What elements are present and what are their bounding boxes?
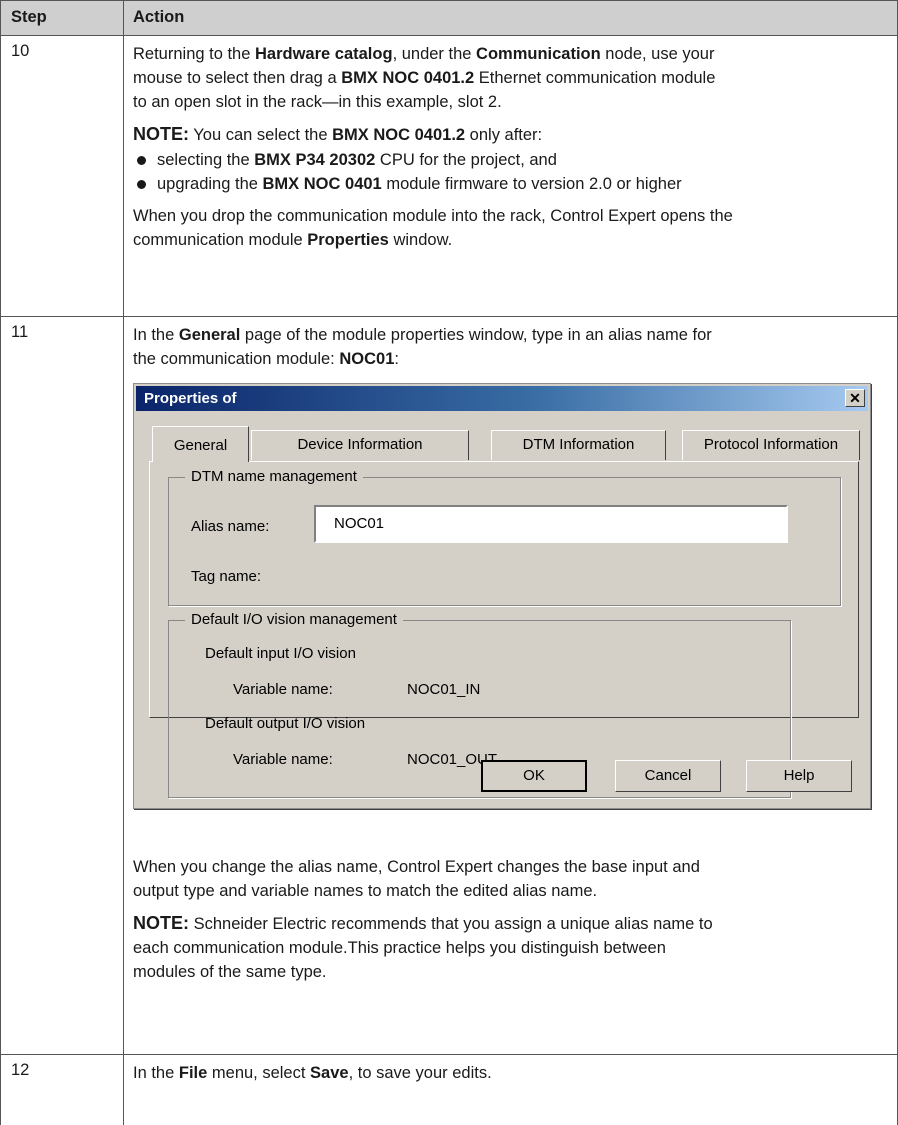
alias-name-input[interactable]: NOC01 [314,505,788,543]
list-item: upgrading the BMX NOC 0401 module firmwa… [133,172,887,196]
table-row-step-11: 11 In the General page of the module pro… [0,317,898,1055]
action-cell: Returning to the Hardware catalog, under… [124,36,897,316]
step-number: 10 [1,36,124,316]
action-cell: In the General page of the module proper… [124,317,897,1054]
output-variable-label: Variable name: [233,751,333,768]
alias-name-label: Alias name: [191,518,270,535]
dtm-name-group: DTM name management Alias name: NOC01 Ta… [168,468,841,606]
ok-button[interactable]: OK [481,760,587,792]
input-variable-label: Variable name: [233,681,333,698]
step-12-paragraph: In the File menu, select Save, to save y… [133,1064,492,1082]
dialog-title: Properties of [144,390,237,407]
tab-general[interactable]: General [152,426,249,462]
header-action: Action [133,8,185,26]
bullet-icon [137,156,146,165]
tab-panel-general: DTM name management Alias name: NOC01 Ta… [149,461,859,798]
input-variable-value: NOC01_IN [407,681,481,698]
action-cell: In the File menu, select Save, to save y… [124,1055,897,1125]
cancel-button[interactable]: Cancel [615,760,721,792]
group-title: Default I/O vision management [185,611,403,628]
default-output-heading: Default output I/O vision [205,715,366,732]
procedure-table: Step Action 10 Returning to the Hardware… [0,0,898,1125]
step-number: 12 [1,1055,124,1125]
table-row-step-10: 10 Returning to the Hardware catalog, un… [0,36,898,317]
step-10-paragraph: Returning to the Hardware catalog, under… [133,45,716,111]
close-icon[interactable]: ✕ [845,389,865,407]
tab-dtm-information[interactable]: DTM Information [491,430,666,460]
tag-name-label: Tag name: [191,568,262,585]
step-11-result: When you change the alias name, Control … [133,858,700,900]
help-button[interactable]: Help [746,760,852,792]
tab-protocol-information[interactable]: Protocol Information [682,430,860,460]
step-11-note: NOTE: Schneider Electric recommends that… [133,913,713,981]
tab-device-information[interactable]: Device Information [251,430,469,460]
step-10-result: When you drop the communication module i… [133,207,733,249]
properties-dialog: Properties of ✕ General Device Informati… [133,383,871,809]
header-step: Step [1,1,124,35]
list-item: selecting the BMX P34 20302 CPU for the … [133,148,887,172]
dialog-title-bar[interactable]: Properties of ✕ [136,386,868,411]
step-11-intro: In the General page of the module proper… [133,326,712,368]
bullet-icon [137,180,146,189]
table-header-row: Step Action [0,0,898,36]
step-number: 11 [1,317,124,1054]
step-10-note: NOTE: You can select the BMX NOC 0401.2 … [133,124,543,144]
group-title: DTM name management [185,468,363,485]
default-input-heading: Default input I/O vision [205,645,356,662]
note-bullet-list: selecting the BMX P34 20302 CPU for the … [133,148,887,196]
table-row-step-12: 12 In the File menu, select Save, to sav… [0,1055,898,1125]
